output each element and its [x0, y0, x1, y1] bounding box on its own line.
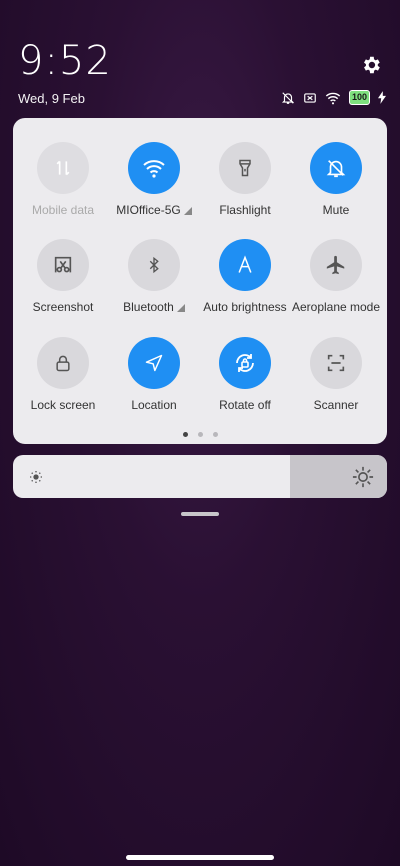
mobile-data-button[interactable]	[37, 142, 89, 194]
expand-arrow-icon[interactable]	[183, 207, 192, 215]
brightness-high-icon	[352, 466, 374, 488]
wifi-icon	[143, 160, 165, 178]
page-dot[interactable]	[197, 432, 203, 437]
page-dot[interactable]	[182, 432, 188, 437]
tile-screenshot[interactable]: Screenshot	[17, 239, 109, 314]
charging-icon	[378, 91, 386, 104]
brightness-slider[interactable]	[13, 455, 387, 498]
quick-settings-panel: Mobile data MIOffice-5G Flashlight Mute	[13, 118, 387, 444]
wifi-button[interactable]	[128, 142, 180, 194]
tile-label: Screenshot	[32, 300, 94, 314]
gear-icon[interactable]	[360, 54, 382, 76]
brightness-low-icon	[30, 471, 42, 483]
tile-auto-brightness[interactable]: Auto brightness	[199, 239, 291, 314]
auto-brightness-button[interactable]	[219, 239, 271, 291]
expand-arrow-icon[interactable]	[176, 304, 185, 312]
flashlight-icon	[239, 159, 251, 177]
home-indicator[interactable]	[126, 855, 274, 860]
auto-brightness-icon	[238, 255, 252, 273]
location-button[interactable]	[128, 337, 180, 389]
tile-scanner[interactable]: Scanner	[290, 337, 382, 412]
scanner-button[interactable]	[310, 337, 362, 389]
battery-icon: 100	[348, 90, 370, 105]
screenshot-icon	[54, 256, 72, 273]
panel-drag-handle[interactable]	[181, 512, 219, 516]
screenshot-button[interactable]	[37, 239, 89, 291]
tile-label: Flashlight	[219, 203, 271, 217]
tile-location[interactable]: Location	[108, 337, 200, 412]
scanner-icon	[327, 354, 345, 372]
tile-label: Auto brightness	[203, 300, 287, 314]
tile-bluetooth[interactable]: Bluetooth	[108, 239, 200, 314]
system-status-icons: 100	[281, 90, 386, 105]
tile-label: Aeroplane mode	[291, 300, 381, 314]
tile-label: Location	[131, 398, 177, 412]
tile-aeroplane-mode[interactable]: Aeroplane mode	[290, 239, 382, 314]
tile-label[interactable]: Bluetooth	[108, 300, 200, 314]
clock[interactable]: 9:52	[18, 38, 112, 84]
lock-icon	[56, 355, 70, 372]
tile-mute[interactable]: Mute	[290, 142, 382, 217]
wifi-icon	[325, 92, 341, 104]
mute-icon	[281, 91, 295, 104]
location-icon	[145, 354, 163, 372]
mute-button[interactable]	[310, 142, 362, 194]
airplane-icon	[326, 255, 345, 275]
tile-label: Lock screen	[30, 398, 96, 412]
bluetooth-icon	[149, 256, 159, 274]
page-indicator	[13, 432, 387, 437]
tile-label[interactable]: MIOffice-5G	[108, 203, 200, 217]
tile-label: Rotate off	[219, 398, 271, 412]
tile-wifi[interactable]: MIOffice-5G	[108, 142, 200, 217]
rotate-lock-icon	[236, 354, 254, 372]
tile-label: Scanner	[313, 398, 359, 412]
tile-label: Mute	[322, 203, 350, 217]
no-sim-icon	[304, 92, 316, 103]
tile-lock-screen[interactable]: Lock screen	[17, 337, 109, 412]
tile-mobile-data[interactable]: Mobile data	[17, 142, 109, 217]
lock-screen-button[interactable]	[37, 337, 89, 389]
tile-rotate[interactable]: Rotate off	[199, 337, 291, 412]
mute-icon	[326, 160, 346, 178]
page-dot[interactable]	[212, 432, 218, 437]
rotate-button[interactable]	[219, 337, 271, 389]
flashlight-button[interactable]	[219, 142, 271, 194]
date[interactable]: Wed, 9 Feb	[18, 91, 85, 106]
tile-label: Mobile data	[31, 203, 95, 217]
mobile-data-icon	[56, 160, 70, 176]
bluetooth-button[interactable]	[128, 239, 180, 291]
aeroplane-mode-button[interactable]	[310, 239, 362, 291]
tile-flashlight[interactable]: Flashlight	[199, 142, 291, 217]
